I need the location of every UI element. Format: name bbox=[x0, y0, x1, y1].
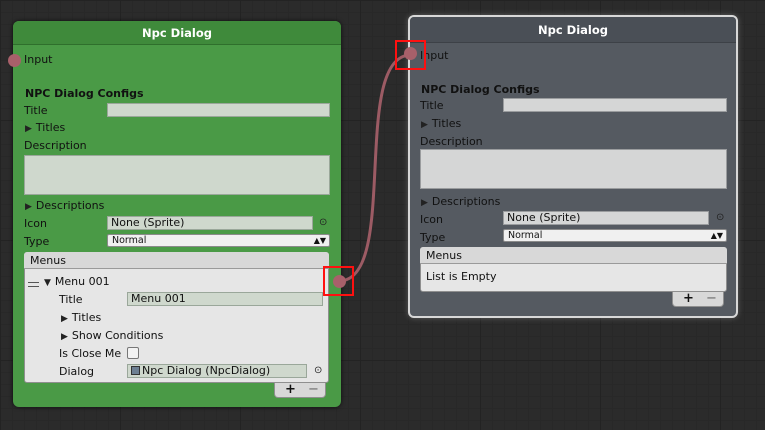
section-title: NPC Dialog Configs bbox=[25, 87, 144, 100]
description-label: Description bbox=[420, 135, 483, 148]
remove-item-button[interactable]: − bbox=[706, 292, 717, 305]
list-add-remove: + − bbox=[672, 292, 724, 307]
type-dropdown[interactable]: Normal ▲▼ bbox=[107, 234, 330, 247]
dropdown-arrow-icon: ▲▼ bbox=[313, 236, 326, 245]
is-close-label: Is Close Me bbox=[59, 347, 122, 360]
title-input[interactable] bbox=[107, 103, 330, 117]
menus-list-header bbox=[24, 252, 329, 269]
descriptions-foldout-label: Descriptions bbox=[35, 199, 105, 212]
menu-titles-foldout-label: Titles bbox=[71, 311, 102, 324]
list-add-remove: + − bbox=[274, 383, 326, 398]
object-picker-icon[interactable]: ⊙ bbox=[314, 365, 322, 376]
object-picker-icon[interactable]: ⊙ bbox=[319, 217, 327, 228]
highlight-box-output bbox=[323, 266, 354, 296]
type-dropdown-value: Normal bbox=[508, 230, 543, 241]
menu-item-foldout[interactable]: ▼ Menu 001 bbox=[44, 275, 110, 288]
type-label: Type bbox=[420, 231, 446, 244]
icon-label: Icon bbox=[24, 217, 47, 230]
show-conditions-foldout[interactable]: ▶ Show Conditions bbox=[61, 329, 163, 342]
menus-header-label: Menus bbox=[30, 254, 66, 267]
dialog-object-field[interactable]: Npc Dialog (NpcDialog) bbox=[127, 364, 307, 378]
menus-list-header bbox=[420, 247, 727, 264]
scriptable-object-icon bbox=[131, 366, 140, 375]
node-title[interactable]: Npc Dialog bbox=[410, 17, 736, 43]
description-textarea[interactable] bbox=[420, 149, 727, 189]
input-port[interactable] bbox=[8, 54, 21, 67]
descriptions-foldout[interactable]: ▶ Descriptions bbox=[421, 195, 500, 208]
title-label: Title bbox=[420, 99, 444, 112]
description-label: Description bbox=[24, 139, 87, 152]
add-item-button[interactable]: + bbox=[683, 292, 694, 305]
menus-header-label: Menus bbox=[426, 249, 462, 262]
highlight-box-input bbox=[395, 40, 426, 70]
foldout-arrow-icon: ▶ bbox=[61, 332, 68, 342]
menu-title-input[interactable]: Menu 001 bbox=[127, 292, 323, 306]
descriptions-foldout[interactable]: ▶ Descriptions bbox=[25, 199, 104, 212]
foldout-arrow-icon: ▶ bbox=[421, 198, 428, 208]
menu-title-label: Title bbox=[59, 293, 83, 306]
dropdown-arrow-icon: ▲▼ bbox=[710, 231, 723, 240]
icon-object-field[interactable]: None (Sprite) bbox=[107, 216, 313, 230]
type-dropdown-value: Normal bbox=[112, 235, 147, 246]
drag-handle-icon[interactable] bbox=[28, 282, 39, 287]
npc-dialog-node-left[interactable]: Npc Dialog Input NPC Dialog Configs Titl… bbox=[13, 21, 341, 407]
foldout-arrow-icon: ▶ bbox=[25, 124, 32, 134]
title-input[interactable] bbox=[503, 98, 727, 112]
dialog-label: Dialog bbox=[59, 365, 95, 378]
titles-foldout-label: Titles bbox=[35, 121, 66, 134]
foldout-arrow-icon: ▶ bbox=[25, 202, 32, 212]
title-label: Title bbox=[24, 104, 48, 117]
remove-item-button[interactable]: − bbox=[308, 383, 319, 396]
foldout-arrow-icon: ▶ bbox=[61, 314, 68, 324]
section-title: NPC Dialog Configs bbox=[421, 83, 540, 96]
list-empty-text: List is Empty bbox=[426, 270, 497, 283]
type-label: Type bbox=[24, 235, 50, 248]
input-port-label: Input bbox=[24, 53, 53, 66]
titles-foldout[interactable]: ▶ Titles bbox=[421, 117, 461, 130]
foldout-arrow-icon: ▶ bbox=[421, 120, 428, 130]
npc-dialog-node-right[interactable]: Npc Dialog Input NPC Dialog Configs Titl… bbox=[408, 15, 738, 318]
icon-label: Icon bbox=[420, 213, 443, 226]
menu-titles-foldout[interactable]: ▶ Titles bbox=[61, 311, 101, 324]
node-title[interactable]: Npc Dialog bbox=[13, 21, 341, 45]
icon-object-field[interactable]: None (Sprite) bbox=[503, 211, 709, 225]
titles-foldout-label: Titles bbox=[431, 117, 462, 130]
descriptions-foldout-label: Descriptions bbox=[431, 195, 501, 208]
titles-foldout[interactable]: ▶ Titles bbox=[25, 121, 65, 134]
object-picker-icon[interactable]: ⊙ bbox=[716, 212, 724, 223]
is-close-checkbox[interactable] bbox=[127, 347, 139, 359]
show-conditions-label: Show Conditions bbox=[71, 329, 164, 342]
dialog-object-value: Npc Dialog (NpcDialog) bbox=[142, 364, 271, 377]
menu-item-name: Menu 001 bbox=[54, 275, 110, 288]
add-item-button[interactable]: + bbox=[285, 383, 296, 396]
description-textarea[interactable] bbox=[24, 155, 330, 195]
foldout-down-arrow-icon: ▼ bbox=[44, 278, 51, 288]
type-dropdown[interactable]: Normal ▲▼ bbox=[503, 229, 727, 242]
